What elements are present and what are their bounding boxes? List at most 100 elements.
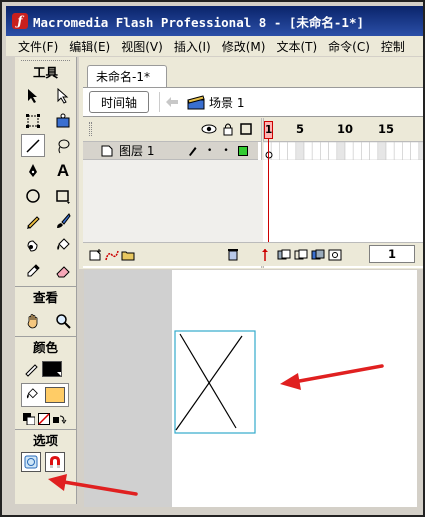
window-title: Macromedia Flash Professional 8 - [未命名-1… — [33, 14, 364, 30]
menu-view[interactable]: 视图(V) — [121, 38, 163, 55]
flash-logo-icon: ƒ — [12, 13, 28, 29]
subselection-arrow-icon[interactable] — [51, 84, 75, 107]
show-hide-eye-icon[interactable] — [201, 124, 217, 134]
drawn-diagonal-line-2[interactable] — [175, 335, 243, 431]
frame-cell[interactable] — [352, 142, 362, 160]
lock-icon[interactable] — [222, 122, 234, 136]
outline-square-icon[interactable] — [240, 123, 252, 135]
frame-cell[interactable] — [410, 142, 420, 160]
ink-bottle-icon[interactable] — [21, 234, 45, 257]
frame-cell[interactable] — [311, 142, 321, 160]
black-white-icon[interactable] — [23, 413, 35, 425]
timeline-panel: 1 5 10 15 图层 1 • • 1 — [83, 118, 425, 268]
menu-modify[interactable]: 修改(M) — [222, 38, 266, 55]
timeline-footer: 1 — [83, 242, 423, 266]
options-section-header: 选项 — [32, 433, 58, 448]
modify-onion-markers-icon[interactable] — [328, 249, 342, 261]
frames-grid[interactable] — [263, 142, 425, 242]
drawn-diagonal-line-1[interactable] — [179, 333, 237, 429]
swap-colors-icon[interactable] — [53, 413, 67, 425]
tools-header: 工具 — [32, 65, 58, 80]
layer-page-icon — [101, 145, 113, 156]
visibility-dot[interactable]: • — [207, 146, 212, 156]
colors-section-header: 颜色 — [32, 340, 58, 355]
stroke-pencil-icon — [25, 364, 38, 377]
frame-cells[interactable] — [263, 142, 425, 160]
frame-cell[interactable] — [303, 142, 313, 160]
frame-cell[interactable] — [295, 142, 305, 160]
center-frame-icon[interactable] — [259, 248, 271, 262]
oval-icon[interactable] — [21, 184, 45, 207]
frame-label: 15 — [378, 122, 395, 136]
current-frame-field[interactable]: 1 — [369, 245, 415, 263]
back-arrow-icon[interactable] — [159, 92, 179, 112]
lasso-icon[interactable] — [51, 134, 75, 157]
fill-color-swatch[interactable] — [45, 387, 65, 403]
flash-window: ƒ Macromedia Flash Professional 8 - [未命名… — [0, 0, 425, 517]
selection-arrow-icon[interactable] — [21, 84, 45, 107]
edit-multiple-frames-icon[interactable] — [311, 249, 325, 261]
frame-cell[interactable] — [393, 142, 403, 160]
layer-name[interactable]: 图层 1 — [119, 142, 179, 159]
frame-cell[interactable] — [270, 142, 280, 160]
menu-file[interactable]: 文件(F) — [18, 38, 58, 55]
view-section-header: 查看 — [32, 290, 58, 305]
insert-folder-icon[interactable] — [121, 249, 135, 261]
eyedropper-icon[interactable] — [21, 259, 45, 282]
fill-transform-icon[interactable] — [51, 109, 75, 132]
stage[interactable] — [172, 270, 417, 507]
panel-grip[interactable] — [89, 122, 92, 136]
line-icon[interactable] — [21, 134, 45, 157]
onion-skin-icon[interactable] — [277, 249, 291, 261]
frame-cell[interactable] — [336, 142, 346, 160]
frame-cell[interactable] — [328, 142, 338, 160]
fill-bucket-icon — [26, 388, 38, 399]
menu-insert[interactable]: 插入(I) — [174, 38, 211, 55]
frame-cell[interactable] — [320, 142, 329, 160]
zoom-icon[interactable] — [51, 309, 75, 332]
menu-control[interactable]: 控制 — [381, 38, 405, 55]
snap-magnet-icon[interactable] — [45, 452, 65, 472]
stage-drawing — [174, 330, 256, 434]
menu-commands[interactable]: 命令(C) — [328, 38, 370, 55]
frame-cell[interactable] — [369, 142, 379, 160]
text-icon[interactable]: A — [51, 159, 75, 182]
layer-row[interactable]: 图层 1 • • — [83, 142, 258, 160]
no-color-icon[interactable] — [38, 413, 50, 425]
eraser-icon[interactable] — [51, 259, 75, 282]
frame-cell[interactable] — [279, 142, 288, 160]
menu-bar: 文件(F) 编辑(E) 视图(V) 插入(I) 修改(M) 文本(T) 命令(C… — [6, 36, 423, 56]
insert-layer-icon[interactable] — [89, 248, 103, 261]
layer-outline-color[interactable] — [237, 145, 248, 156]
frame-cell[interactable] — [361, 142, 370, 160]
frame-cell[interactable] — [418, 142, 425, 160]
frame-cell[interactable] — [377, 142, 387, 160]
rectangle-icon[interactable] — [51, 184, 75, 207]
add-motion-guide-icon[interactable] — [105, 249, 119, 261]
brush-icon[interactable] — [51, 209, 75, 232]
scene-label[interactable]: 场景 1 — [209, 94, 244, 111]
timeline-toggle-button[interactable]: 时间轴 — [89, 91, 149, 113]
pasteboard — [84, 270, 172, 507]
lock-dot[interactable]: • — [223, 146, 228, 156]
document-tab[interactable]: 未命名-1* — [87, 65, 167, 87]
free-transform-icon[interactable] — [21, 109, 45, 132]
hand-icon[interactable] — [21, 309, 45, 332]
frame-cell[interactable] — [402, 142, 411, 160]
scene-clapper-icon — [187, 95, 205, 110]
pen-icon[interactable] — [21, 159, 45, 182]
pencil-icon — [189, 146, 197, 156]
pencil-icon[interactable] — [21, 209, 45, 232]
delete-layer-trash-icon[interactable] — [227, 248, 239, 261]
tools-panel: 工具 A 查看 颜色 选项 — [15, 57, 77, 504]
menu-text[interactable]: 文本(T) — [276, 38, 317, 55]
frame-cell[interactable] — [385, 142, 395, 160]
playhead[interactable]: 1 — [264, 121, 273, 139]
frame-cell[interactable] — [344, 142, 354, 160]
onion-skin-outlines-icon[interactable] — [294, 249, 308, 261]
paint-bucket-icon[interactable] — [51, 234, 75, 257]
menu-edit[interactable]: 编辑(E) — [69, 38, 110, 55]
stroke-color-swatch[interactable] — [42, 361, 62, 377]
frame-cell[interactable] — [287, 142, 297, 160]
object-drawing-icon[interactable] — [21, 452, 41, 472]
